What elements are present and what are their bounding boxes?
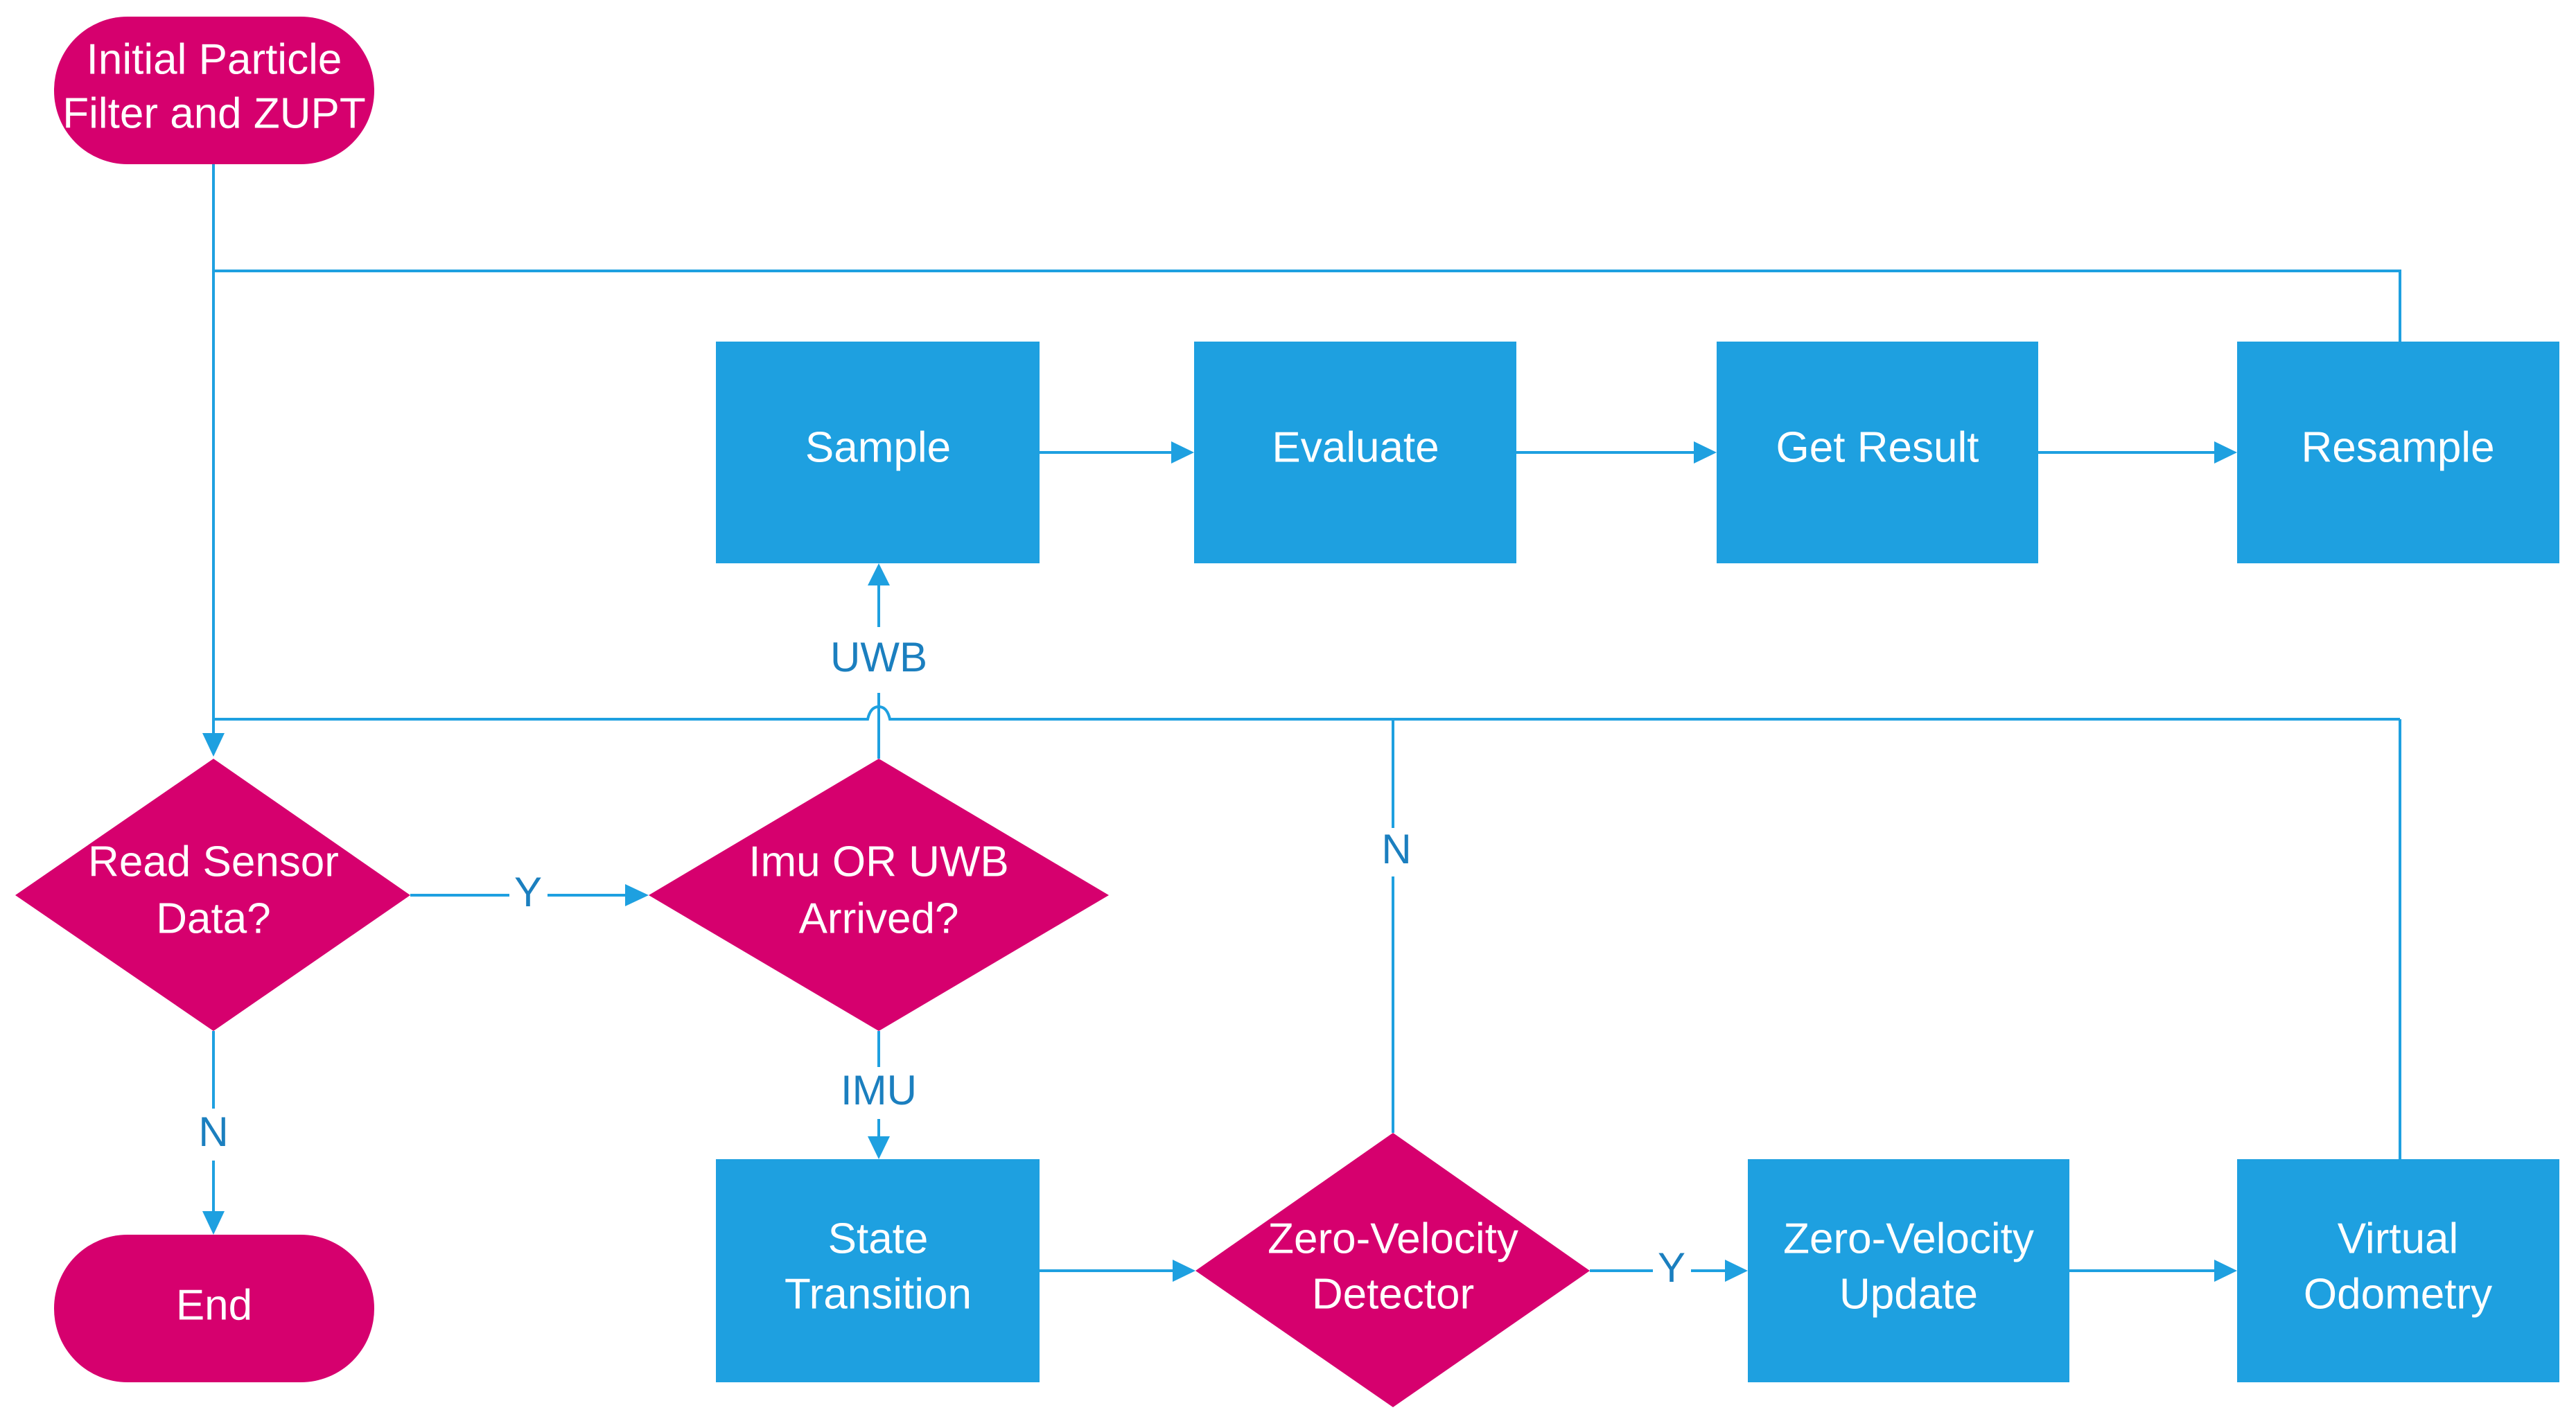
node-end-label: End	[176, 1281, 252, 1329]
node-state-transition[interactable]: State Transition	[716, 1159, 1040, 1382]
node-read-sensor[interactable]: Read Sensor Data?	[15, 759, 410, 1031]
node-resample-label: Resample	[2301, 423, 2494, 471]
node-get-result-label: Get Result	[1776, 423, 1979, 471]
arrowhead-imu-diamond	[625, 884, 649, 906]
node-read-sensor-line1: Read Sensor	[88, 838, 339, 885]
node-state-transition-line2: Transition	[785, 1270, 972, 1318]
edge-mid-loop	[213, 705, 2400, 721]
node-sample-label: Sample	[805, 423, 951, 471]
arrowhead-end	[202, 1211, 225, 1235]
arrowhead-read-sensor	[202, 733, 225, 757]
node-zv-detector[interactable]: Zero-Velocity Detector	[1195, 1133, 1590, 1407]
node-zv-update-line2: Update	[1839, 1270, 1978, 1318]
label-imu: IMU	[841, 1067, 917, 1113]
arrowhead-zv-detector	[1173, 1260, 1195, 1282]
node-zv-detector-line1: Zero-Velocity	[1268, 1215, 1518, 1262]
node-resample[interactable]: Resample	[2237, 342, 2559, 563]
node-state-transition-line1: State	[828, 1215, 929, 1262]
arrowhead-get-result	[1694, 441, 1717, 464]
node-imu-or-uwb-line2: Arrived?	[799, 894, 959, 942]
node-zv-update[interactable]: Zero-Velocity Update	[1748, 1159, 2069, 1382]
node-zv-update-line1: Zero-Velocity	[1783, 1215, 2034, 1262]
arrowhead-zv-update	[1725, 1260, 1748, 1282]
arrowhead-evaluate	[1171, 441, 1194, 464]
node-zv-detector-line2: Detector	[1312, 1270, 1474, 1318]
arrowhead-state-transition	[868, 1136, 890, 1159]
node-evaluate-label: Evaluate	[1272, 423, 1439, 471]
node-get-result[interactable]: Get Result	[1717, 342, 2038, 563]
node-evaluate[interactable]: Evaluate	[1194, 342, 1516, 563]
node-start[interactable]: Initial Particle Filter and ZUPT	[54, 17, 374, 164]
arrowhead-sample	[868, 563, 890, 585]
node-imu-or-uwb-line1: Imu OR UWB	[748, 838, 1008, 885]
edge-resample-loop	[213, 270, 2401, 342]
node-virtual-odometry-line1: Virtual	[2338, 1215, 2459, 1262]
node-start-line1: Initial Particle	[87, 35, 342, 83]
node-imu-or-uwb[interactable]: Imu OR UWB Arrived?	[649, 759, 1109, 1031]
node-sample[interactable]: Sample	[716, 342, 1040, 563]
node-end[interactable]: End	[54, 1235, 374, 1382]
arrowhead-virtual-odometry	[2214, 1260, 2237, 1282]
label-zv-yes: Y	[1658, 1244, 1685, 1291]
label-read-yes: Y	[514, 869, 542, 915]
node-virtual-odometry-line2: Odometry	[2304, 1270, 2492, 1318]
node-virtual-odometry[interactable]: Virtual Odometry	[2237, 1159, 2559, 1382]
label-zv-no: N	[1381, 826, 1411, 872]
connectors	[202, 164, 2401, 1282]
flowchart: Y N UWB IMU N Y Initial Particle Filter …	[15, 17, 2559, 1407]
label-uwb: UWB	[830, 634, 927, 680]
node-read-sensor-line2: Data?	[156, 894, 270, 942]
arrowhead-resample	[2214, 441, 2237, 464]
label-read-no: N	[198, 1109, 228, 1155]
node-start-line2: Filter and ZUPT	[62, 89, 366, 137]
